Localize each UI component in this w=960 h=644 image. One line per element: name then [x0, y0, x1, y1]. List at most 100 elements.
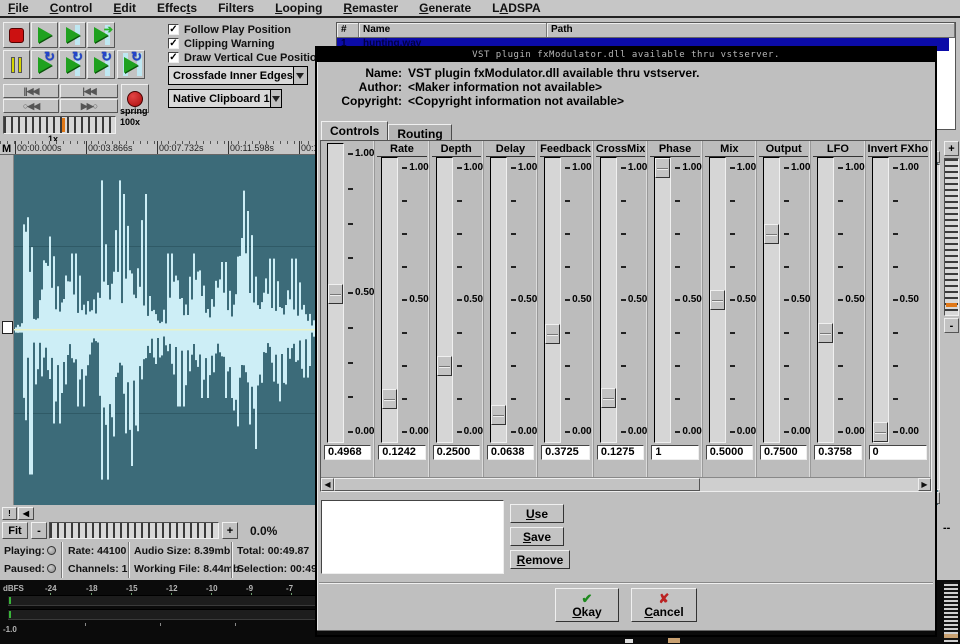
use-button[interactable]: Use [510, 504, 564, 523]
slider-track[interactable] [381, 157, 398, 443]
menu-looping[interactable]: Looping [275, 1, 322, 15]
scroll-right-icon[interactable]: ▶ [918, 478, 931, 491]
clipboard-select[interactable]: Native Clipboard 1 [168, 89, 282, 108]
slider-handle[interactable] [873, 422, 888, 442]
slider-handle[interactable] [437, 356, 452, 376]
speed-slider-marker [62, 118, 65, 132]
chevron-down-icon[interactable] [293, 67, 307, 84]
slider-handle[interactable] [491, 405, 506, 425]
chevron-down-icon[interactable] [270, 90, 281, 107]
slider-track[interactable] [872, 157, 889, 443]
playback-speed-slider[interactable] [3, 116, 116, 134]
slider-track[interactable] [327, 143, 344, 443]
status-separator [61, 542, 63, 578]
loop-play-cue-button[interactable]: ↻ [59, 50, 86, 79]
slider-tick [784, 167, 789, 169]
slider-value-input[interactable]: 0.1242 [378, 445, 425, 460]
jump-back-button[interactable]: ○◀◀ [3, 99, 59, 113]
stop-button[interactable] [3, 22, 30, 48]
jump-forward-button[interactable]: ▶▶○ [60, 99, 118, 113]
undo-button[interactable]: ◀ [18, 507, 34, 520]
menu-generate[interactable]: Generate [419, 1, 471, 15]
fit-button[interactable]: Fit [2, 522, 28, 539]
file-list-column-path[interactable]: Path [547, 23, 955, 37]
slider-track[interactable] [709, 157, 726, 443]
zoom-in-button[interactable]: + [222, 522, 238, 539]
horizontal-scrollbar[interactable]: ◀ ▶ [321, 477, 931, 491]
play-button[interactable] [31, 22, 58, 48]
checkbox-draw-vertical-cue-positions[interactable]: ✓Draw Vertical Cue Positions [168, 51, 330, 64]
skip-to-begin-button[interactable]: ||◀◀ [3, 84, 59, 98]
pause-button[interactable] [3, 50, 30, 79]
checkbox-check-icon[interactable]: ✓ [168, 52, 179, 63]
skip-back-cue-button[interactable]: |◀◀ [60, 84, 118, 98]
checkbox-clipping-warning[interactable]: ✓Clipping Warning [168, 37, 275, 50]
slider-handle[interactable] [328, 284, 343, 304]
menu-effects[interactable]: Effects [157, 1, 197, 15]
slider-value-input[interactable]: 0.3725 [541, 445, 590, 460]
slider-value-input[interactable]: 0.0638 [487, 445, 534, 460]
menu-edit[interactable]: Edit [113, 1, 136, 15]
checkbox-follow-play-position[interactable]: ✓Follow Play Position [168, 23, 291, 36]
slider-handle[interactable] [601, 388, 616, 408]
menu-ladspa[interactable]: LADSPA [492, 1, 540, 15]
file-list-column-name[interactable]: Name [359, 23, 547, 37]
alert-button[interactable]: ! [2, 507, 17, 520]
slider-value-input[interactable]: 0.2500 [433, 445, 480, 460]
menu-control[interactable]: Control [50, 1, 93, 15]
slider-tick [402, 398, 407, 400]
slider-track[interactable] [654, 157, 671, 443]
loop-play-gap-button[interactable]: ↻ [117, 50, 145, 79]
slider-value-input[interactable]: 1 [651, 445, 698, 460]
menu-filters[interactable]: Filters [218, 1, 254, 15]
tab-controls[interactable]: Controls [321, 121, 388, 140]
dialog-title-bar[interactable]: VST plugin fxModulator.dll available thr… [317, 48, 935, 62]
slider-handle[interactable] [545, 324, 560, 344]
slider-track[interactable] [490, 157, 507, 443]
save-button[interactable]: Save [510, 527, 564, 546]
okay-button[interactable]: ✔ Okay [555, 588, 619, 622]
slider-handle[interactable] [818, 323, 833, 343]
meter-zoom-slider[interactable] [944, 582, 958, 642]
slider-track[interactable] [763, 157, 780, 443]
zoom-out-button[interactable]: - [31, 522, 47, 539]
meter-tick-label: -18 [86, 584, 98, 593]
loop-play-button[interactable]: ↻ [31, 50, 58, 79]
slider-handle[interactable] [655, 158, 670, 178]
file-list-column-num[interactable]: # [337, 23, 359, 37]
slider-handle[interactable] [710, 290, 725, 310]
slider-handle[interactable] [764, 224, 779, 244]
vertical-zoom-out-button[interactable]: - [944, 318, 959, 333]
slider-value-input[interactable]: 0.3758 [814, 445, 861, 460]
slider-track[interactable] [544, 157, 561, 443]
menu-file[interactable]: File [8, 1, 29, 15]
slider-tick [675, 266, 680, 268]
slider-value-input[interactable]: 0 [869, 445, 928, 460]
slider-track[interactable] [817, 157, 834, 443]
checkbox-check-icon[interactable]: ✓ [168, 24, 179, 35]
slider-value-input[interactable]: 0.5000 [706, 445, 753, 460]
plugin-info-row: Name:VST plugin fxModulator.dll availabl… [323, 66, 699, 80]
remove-button[interactable]: Remove [510, 550, 570, 569]
loop-play-selection-button[interactable]: ↻ [87, 50, 115, 79]
checkbox-check-icon[interactable]: ✓ [168, 38, 179, 49]
slider-value-input[interactable]: 0.1275 [597, 445, 645, 460]
tab-routing[interactable]: Routing [388, 124, 451, 140]
vertical-zoom-slider[interactable] [944, 158, 959, 316]
scrollbar-thumb[interactable] [334, 478, 700, 491]
play-to-end-button[interactable]: ➔ [87, 22, 115, 48]
menu-remaster[interactable]: Remaster [343, 1, 398, 15]
slider-value-input[interactable]: 0.4968 [324, 445, 371, 460]
crossfade-edges-select[interactable]: Crossfade Inner Edges [168, 66, 308, 85]
cue-handle[interactable] [2, 321, 13, 334]
play-from-cursor-button[interactable] [59, 22, 86, 48]
slider-track[interactable] [600, 157, 617, 443]
horizontal-zoom-slider[interactable] [49, 522, 219, 539]
vertical-zoom-in-button[interactable]: + [944, 141, 959, 156]
cancel-button[interactable]: ✘ Cancel [631, 588, 697, 622]
preset-listbox[interactable] [321, 500, 504, 574]
slider-track[interactable] [436, 157, 453, 443]
slider-value-input[interactable]: 0.7500 [760, 445, 807, 460]
slider-handle[interactable] [382, 389, 397, 409]
scroll-left-icon[interactable]: ◀ [321, 478, 334, 491]
